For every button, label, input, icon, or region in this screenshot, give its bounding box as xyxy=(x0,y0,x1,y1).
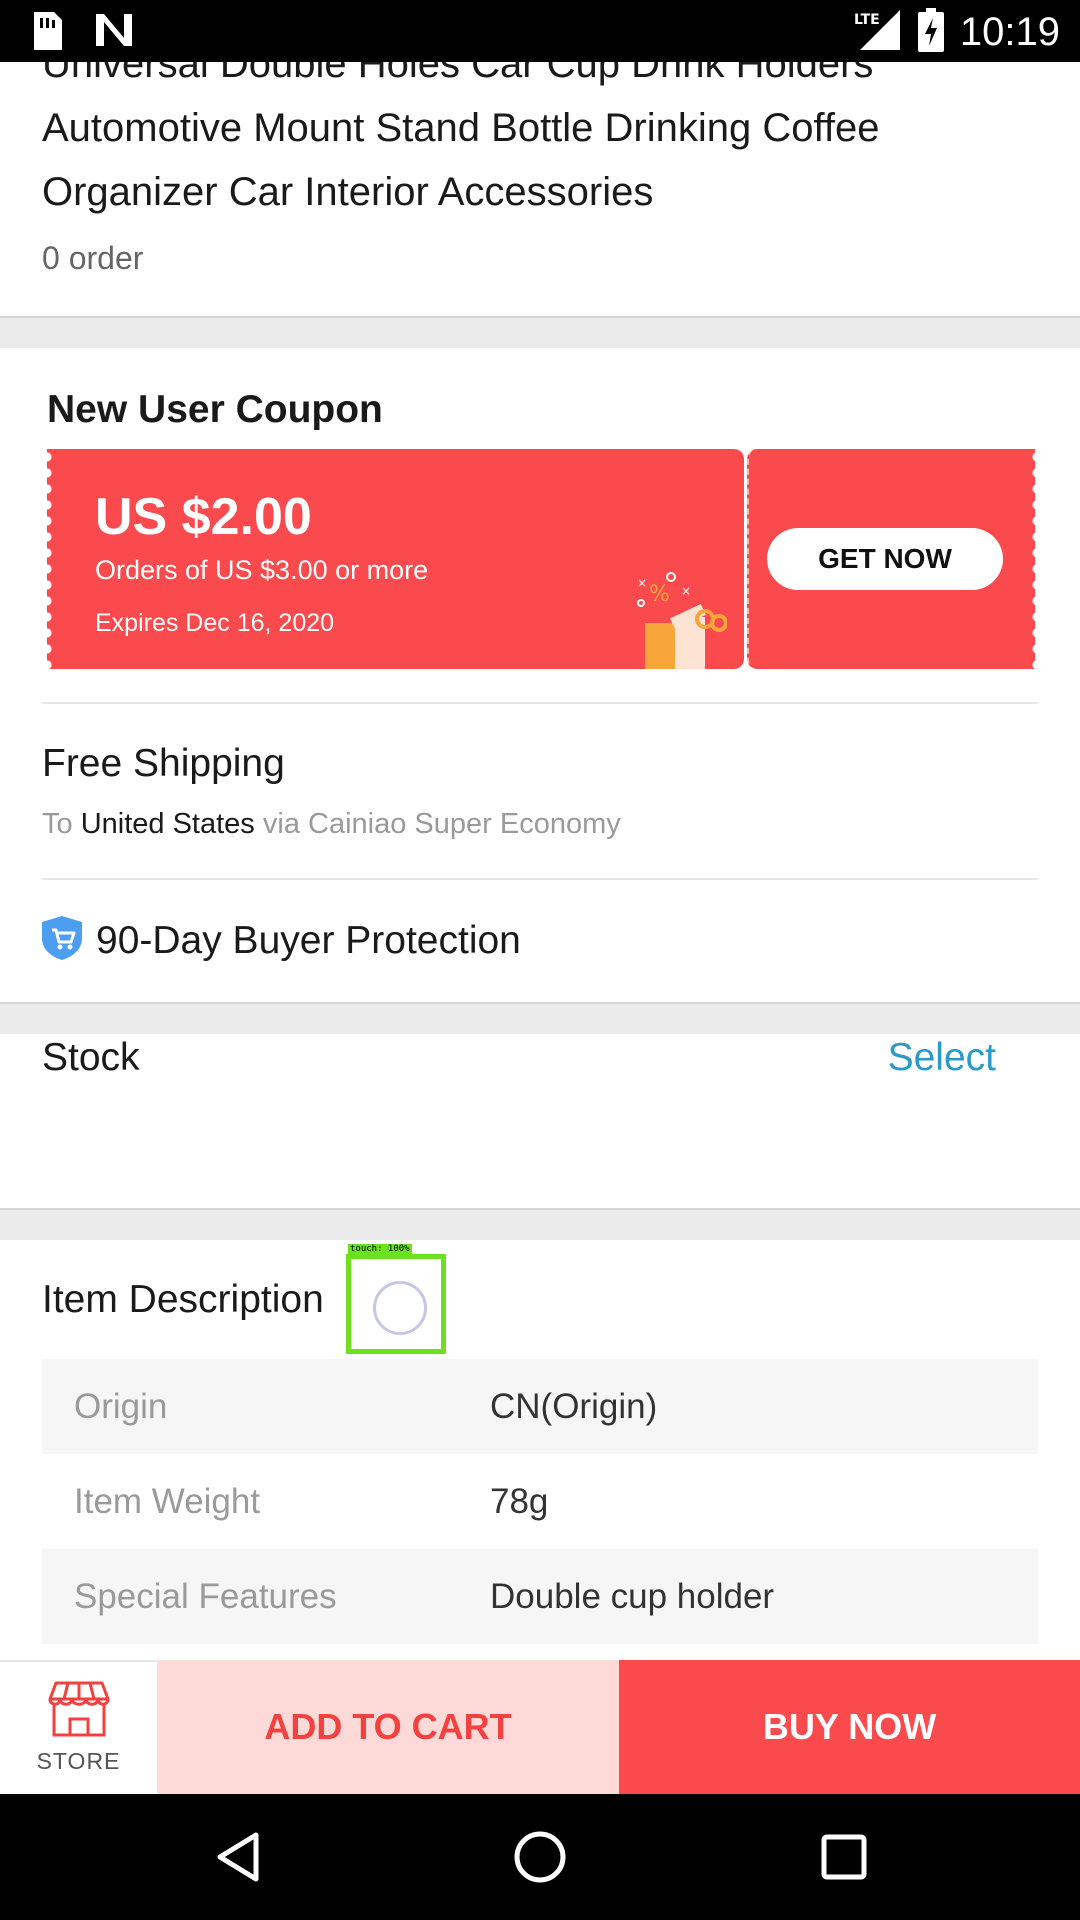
status-bar: LTE 10:19 xyxy=(0,0,1080,62)
divider xyxy=(42,878,1038,880)
store-label: STORE xyxy=(36,1748,121,1774)
shield-cart-icon xyxy=(42,916,82,965)
n-logo-icon xyxy=(94,12,134,55)
touch-indicator xyxy=(346,1254,446,1354)
coupon-section-title: New User Coupon xyxy=(47,388,383,431)
svg-text:×: × xyxy=(637,576,647,590)
shipping-destination: United States xyxy=(80,808,255,840)
table-row: Origin CN(Origin) xyxy=(42,1359,1038,1454)
lte-signal-icon: LTE xyxy=(852,8,902,57)
coupon-condition: Orders of US $3.00 or more xyxy=(95,555,429,585)
sim-card-icon xyxy=(30,12,62,55)
clock: 10:19 xyxy=(959,10,1060,54)
bottom-action-bar: STORE ADD TO CART BUY NOW xyxy=(0,1660,1080,1794)
shipping-details[interactable]: To United States via Cainiao Super Econo… xyxy=(42,808,621,841)
coupon-expiry: Expires Dec 16, 2020 xyxy=(95,609,335,637)
section-separator xyxy=(0,316,1080,348)
stock-label: Stock xyxy=(42,1036,140,1079)
battery-charging-icon xyxy=(917,8,944,57)
system-nav-bar xyxy=(0,1794,1080,1920)
stock-select-link[interactable]: Select xyxy=(888,1036,996,1080)
table-row: Item Weight 78g xyxy=(74,1481,549,1521)
section-separator xyxy=(0,1002,1080,1034)
store-icon xyxy=(48,1681,110,1742)
svg-text:%: % xyxy=(649,582,670,607)
touch-point xyxy=(373,1281,427,1335)
divider xyxy=(42,702,1038,704)
buyer-protection-label: 90-Day Buyer Protection xyxy=(96,918,521,962)
buy-now-button[interactable]: BUY NOW xyxy=(619,1660,1080,1794)
order-count: 0 order xyxy=(42,240,144,276)
table-row: Special Features Double cup holder xyxy=(42,1549,1038,1644)
recents-icon[interactable] xyxy=(814,1827,874,1887)
shipping-title[interactable]: Free Shipping xyxy=(42,742,285,786)
coupon-details: US $2.00 Orders of US $3.00 or more Expi… xyxy=(47,449,744,669)
svg-text:LTE: LTE xyxy=(854,12,880,28)
store-button[interactable]: STORE xyxy=(0,1660,157,1794)
spec-table: Origin CN(Origin) Item Weight 78g Specia… xyxy=(42,1359,1038,1644)
buyer-protection-row[interactable]: 90-Day Buyer Protection xyxy=(42,916,521,965)
svg-text:×: × xyxy=(681,584,691,598)
item-description-title: Item Description xyxy=(42,1278,324,1321)
product-detail-scroll[interactable]: Universal Double Holes Car Cup Drink Hol… xyxy=(0,62,1080,1660)
new-user-coupon[interactable]: US $2.00 Orders of US $3.00 or more Expi… xyxy=(47,449,1035,669)
coupon-amount: US $2.00 xyxy=(95,488,312,546)
touch-indicator-label: touch: 100% xyxy=(348,1244,412,1254)
coupon-action-area: GET NOW xyxy=(747,449,1035,669)
section-separator xyxy=(0,1208,1080,1240)
gift-icon: % × × xyxy=(627,571,728,669)
add-to-cart-button[interactable]: ADD TO CART xyxy=(157,1660,619,1794)
home-icon[interactable] xyxy=(510,1827,570,1887)
get-now-button[interactable]: GET NOW xyxy=(767,528,1003,590)
product-title: Universal Double Holes Car Cup Drink Hol… xyxy=(42,62,880,214)
back-icon[interactable] xyxy=(210,1827,270,1887)
